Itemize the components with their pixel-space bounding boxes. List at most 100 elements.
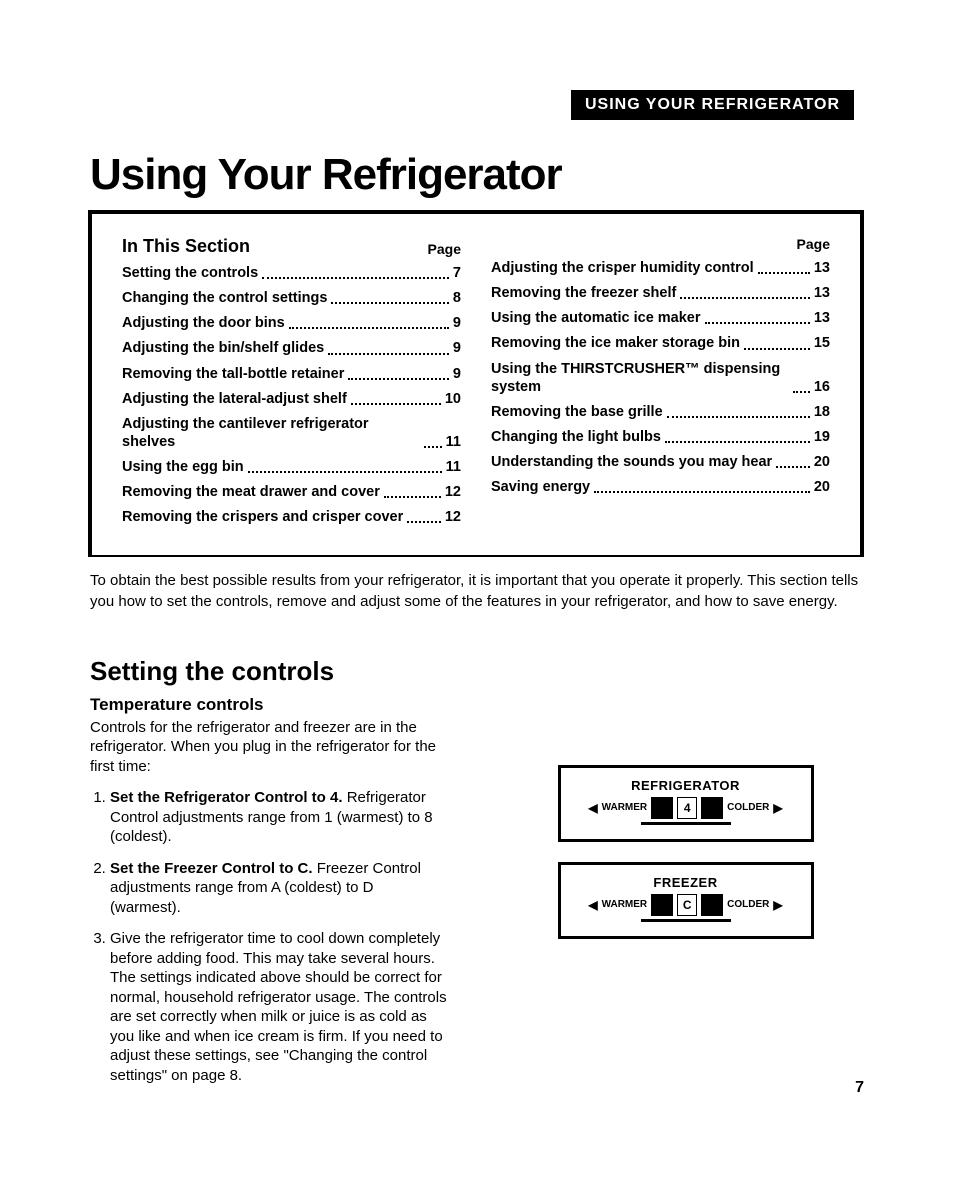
toc-entry: Removing the meat drawer and cover 12 (122, 483, 461, 501)
toc-entry-page: 9 (453, 314, 461, 332)
dial-underline (641, 822, 731, 825)
toc-entry: Adjusting the bin/shelf glides9 (122, 339, 461, 357)
fridge-value: 4 (677, 797, 697, 819)
toc-page-label-right: Page (797, 236, 830, 252)
toc-entry-text: Removing the tall-bottle retainer (122, 365, 344, 383)
toc-entry: Removing the ice maker storage bin15 (491, 334, 830, 352)
toc-entry: Removing the freezer shelf 13 (491, 284, 830, 302)
toc-entry-page: 11 (446, 458, 461, 476)
toc-entry-text: Removing the meat drawer and cover (122, 483, 380, 501)
toc-entry-text: Adjusting the bin/shelf glides (122, 339, 324, 357)
toc-leader-dots (776, 466, 810, 468)
toc-entry-page: 11 (446, 433, 461, 451)
toc-entry-page: 12 (445, 483, 461, 501)
toc-entry: Using the egg bin 11 (122, 458, 461, 476)
toc-entry-page: 12 (445, 508, 461, 526)
toc-entry: Removing the base grille 18 (491, 403, 830, 421)
toc-entry-text: Setting the controls (122, 264, 258, 282)
toc-leader-dots (248, 471, 442, 473)
warmer-label: WARMER (602, 802, 648, 813)
toc-section-label: In This Section (122, 236, 250, 257)
toc-entry-page: 18 (814, 403, 830, 421)
toc-entry: Adjusting the door bins 9 (122, 314, 461, 332)
left-arrow-icon: ◀ (588, 898, 597, 912)
toc-page-label: Page (428, 241, 461, 257)
toc-entry-page: 13 (814, 309, 830, 327)
right-arrow-icon: ▶ (773, 801, 782, 815)
toc-leader-dots (351, 403, 441, 405)
toc-leader-dots (348, 378, 449, 380)
toc-entry: Saving energy 20 (491, 478, 830, 496)
warmer-label: WARMER (602, 899, 648, 910)
toc-entry-text: Adjusting the lateral-adjust shelf (122, 390, 347, 408)
toc-leader-dots (744, 348, 810, 350)
toc-leader-dots (793, 391, 810, 393)
step-item: Set the Freezer Control to C. Freezer Co… (110, 859, 447, 918)
toc-entry-text: Using the egg bin (122, 458, 244, 476)
colder-label: COLDER (727, 899, 769, 910)
toc-entry: Adjusting the crisper humidity control13 (491, 259, 830, 277)
toc-entry-text: Changing the control settings (122, 289, 327, 307)
toc-entry-text: Using the THIRSTCRUSHER™ dispensing syst… (491, 360, 789, 396)
colder-label: COLDER (727, 802, 769, 813)
toc-entry-page: 13 (814, 259, 830, 277)
toc-entry-page: 20 (814, 453, 830, 471)
step-bold: Set the Refrigerator Control to 4. (110, 789, 343, 806)
toc-entry: Adjusting the lateral-adjust shelf10 (122, 390, 461, 408)
toc-entry-text: Removing the base grille (491, 403, 663, 421)
toc-box: In This Section Page Setting the control… (88, 210, 864, 557)
toc-entry-text: Removing the ice maker storage bin (491, 334, 740, 352)
toc-entry-text: Using the automatic ice maker (491, 309, 701, 327)
toc-left-column: In This Section Page Setting the control… (122, 236, 461, 533)
toc-entry-text: Adjusting the door bins (122, 314, 285, 332)
toc-entry-page: 9 (453, 365, 461, 383)
toc-entry-page: 13 (814, 284, 830, 302)
dial-block (701, 797, 723, 819)
toc-entry: Adjusting the cantilever refrigerator sh… (122, 415, 461, 451)
intro-paragraph: To obtain the best possible results from… (90, 571, 864, 612)
right-arrow-icon: ▶ (773, 898, 782, 912)
toc-entry: Removing the crispers and crisper cover1… (122, 508, 461, 526)
toc-entry-page: 20 (814, 478, 830, 496)
page-number: 7 (855, 1079, 864, 1097)
toc-entry: Removing the tall-bottle retainer 9 (122, 365, 461, 383)
dial-block (651, 797, 673, 819)
toc-leader-dots (331, 302, 449, 304)
toc-leader-dots (594, 491, 810, 493)
manual-page: USING YOUR REFRIGERATOR Using Your Refri… (0, 0, 954, 1137)
toc-entry-text: Removing the freezer shelf (491, 284, 676, 302)
toc-entry-page: 19 (814, 428, 830, 446)
toc-entry: Setting the controls 7 (122, 264, 461, 282)
body-left-column: Temperature controls Controls for the re… (90, 695, 447, 1098)
step-bold: Set the Freezer Control to C. (110, 860, 313, 877)
step-item: Set the Refrigerator Control to 4. Refri… (110, 788, 447, 847)
toc-entry: Using the automatic ice maker 13 (491, 309, 830, 327)
toc-entry-page: 7 (453, 264, 461, 282)
refrigerator-control-diagram: REFRIGERATOR ◀ WARMER 4 COLDER ▶ (558, 765, 814, 842)
page-title: Using Your Refrigerator (90, 150, 864, 200)
steps-list: Set the Refrigerator Control to 4. Refri… (90, 788, 447, 1085)
toc-leader-dots (680, 297, 810, 299)
dial-block (651, 894, 673, 916)
toc-leader-dots (384, 496, 441, 498)
toc-entry-text: Understanding the sounds you may hear (491, 453, 772, 471)
toc-entry: Changing the light bulbs19 (491, 428, 830, 446)
freezer-title: FREEZER (571, 875, 801, 890)
freezer-value: C (677, 894, 697, 916)
body-right-column: REFRIGERATOR ◀ WARMER 4 COLDER ▶ FREEZER… (507, 695, 864, 1098)
section-heading: Setting the controls (90, 656, 864, 687)
toc-right-column: Page Adjusting the crisper humidity cont… (491, 236, 830, 533)
step-text: Give the refrigerator time to cool down … (110, 930, 447, 1084)
toc-leader-dots (328, 353, 449, 355)
freezer-control-diagram: FREEZER ◀ WARMER C COLDER ▶ (558, 862, 814, 939)
toc-entry-text: Saving energy (491, 478, 590, 496)
toc-entry: Using the THIRSTCRUSHER™ dispensing syst… (491, 360, 830, 396)
toc-entry-page: 8 (453, 289, 461, 307)
toc-leader-dots (665, 441, 810, 443)
toc-entry-text: Adjusting the cantilever refrigerator sh… (122, 415, 420, 451)
fridge-title: REFRIGERATOR (571, 778, 801, 793)
toc-leader-dots (705, 322, 810, 324)
toc-leader-dots (289, 327, 449, 329)
toc-leader-dots (424, 446, 441, 448)
left-arrow-icon: ◀ (588, 801, 597, 815)
